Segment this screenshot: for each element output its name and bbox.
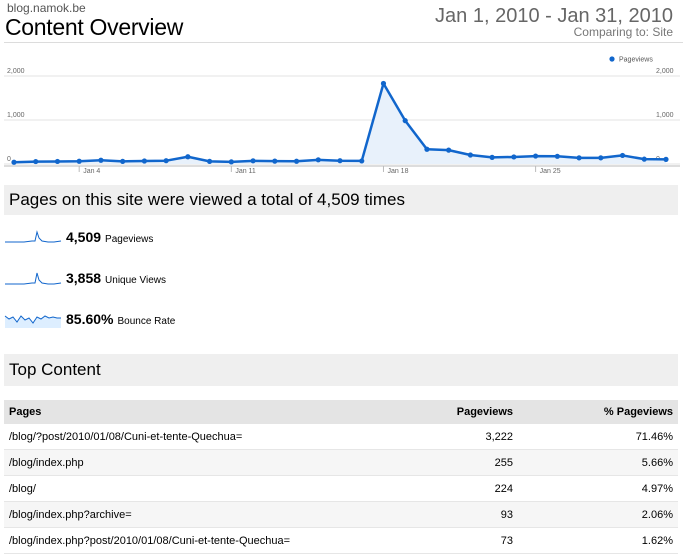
unique-views-sparkline bbox=[5, 272, 62, 285]
pageviews-chart-svg: 2,0002,0001,0001,00000Jan 4Jan 11Jan 18J… bbox=[4, 56, 680, 175]
x-tick-label: Jan 18 bbox=[387, 168, 408, 175]
data-point bbox=[293, 158, 300, 164]
data-point bbox=[359, 158, 365, 164]
data-point bbox=[54, 158, 61, 165]
data-point bbox=[402, 118, 408, 124]
column-header-pageviews[interactable]: Pageviews bbox=[388, 400, 518, 424]
data-point bbox=[511, 154, 517, 160]
pct-cell: 5.66% bbox=[518, 449, 678, 476]
series-line-pageviews bbox=[13, 82, 667, 164]
pageviews-cell: 73 bbox=[388, 527, 518, 554]
y-tick-label-left: 2,000 bbox=[7, 68, 25, 75]
y-tick-label-left: 1,000 bbox=[7, 112, 25, 119]
data-point bbox=[76, 158, 82, 164]
pageviews-cell: 255 bbox=[388, 449, 518, 476]
header-divider bbox=[4, 42, 683, 43]
data-point bbox=[33, 158, 39, 165]
data-point bbox=[163, 158, 169, 164]
metric-label: Bounce Rate bbox=[117, 316, 176, 327]
table-row[interactable]: /blog/index.php?archive= 93 2.06% bbox=[4, 501, 678, 528]
data-point bbox=[663, 156, 669, 162]
data-point bbox=[489, 154, 495, 160]
data-point bbox=[120, 158, 126, 164]
page-link[interactable]: /blog/?post/2010/01/08/Cuni-et-tente-Que… bbox=[4, 424, 388, 450]
column-header-pct-pageviews[interactable]: % Pageviews bbox=[518, 400, 678, 424]
comparison-label: Comparing to: Site bbox=[573, 25, 673, 39]
pageviews-cell: 224 bbox=[388, 475, 518, 502]
pageviews-cell: 93 bbox=[388, 501, 518, 528]
legend-label: Pageviews bbox=[619, 57, 653, 64]
data-point bbox=[446, 147, 452, 153]
data-point bbox=[207, 158, 213, 164]
data-point bbox=[11, 159, 17, 165]
data-point bbox=[641, 156, 647, 162]
pct-cell: 2.06% bbox=[518, 501, 678, 528]
metric-value: 4,509 Pageviews bbox=[66, 229, 154, 245]
page-link[interactable]: /blog/index.php bbox=[4, 449, 388, 476]
page-link[interactable]: /blog/ bbox=[4, 475, 388, 502]
metric-label: Pageviews bbox=[105, 234, 154, 245]
y-tick-label-left: 0 bbox=[7, 156, 11, 163]
data-point bbox=[533, 153, 539, 159]
data-point bbox=[250, 158, 256, 164]
top-content-heading: Top Content bbox=[4, 354, 678, 386]
data-point bbox=[576, 155, 582, 161]
table-row[interactable]: /blog/ 224 4.97% bbox=[4, 475, 678, 502]
page-link[interactable]: /blog/index.php?archive= bbox=[4, 501, 388, 528]
data-point bbox=[228, 159, 234, 165]
data-point bbox=[380, 80, 387, 87]
x-tick-label: Jan 25 bbox=[540, 168, 561, 175]
data-point bbox=[337, 158, 343, 164]
data-point bbox=[272, 158, 278, 164]
pageviews-chart[interactable]: 2,0002,0001,0001,00000Jan 4Jan 11Jan 18J… bbox=[0, 48, 691, 183]
data-point bbox=[424, 146, 430, 152]
bounce-rate-sparkline bbox=[4, 315, 61, 328]
site-name: blog.namok.be bbox=[7, 1, 86, 15]
legend-marker bbox=[609, 56, 615, 62]
data-point bbox=[619, 152, 626, 159]
pct-cell: 4.97% bbox=[518, 475, 678, 502]
data-point bbox=[554, 153, 560, 159]
pageviews-cell: 3,222 bbox=[388, 424, 518, 450]
series-area-pageviews bbox=[14, 83, 666, 164]
y-tick-label-right: 1,000 bbox=[656, 112, 674, 119]
pageviews-sparkline bbox=[5, 230, 62, 243]
table-row[interactable]: /blog/index.php?post/2010/01/08/Cuni-et-… bbox=[4, 527, 678, 554]
y-tick-label-right: 2,000 bbox=[656, 68, 674, 75]
column-header-pages[interactable]: Pages bbox=[4, 400, 388, 424]
top-content-table: Pages Pageviews % Pageviews /blog/?post/… bbox=[4, 400, 678, 554]
metric-label: Unique Views bbox=[105, 275, 167, 286]
data-point bbox=[141, 158, 147, 164]
metric-value: 3,858 Unique Views bbox=[66, 270, 167, 286]
table-row[interactable]: /blog/?post/2010/01/08/Cuni-et-tente-Que… bbox=[4, 424, 678, 450]
data-point bbox=[467, 152, 473, 158]
page-link[interactable]: /blog/index.php?post/2010/01/08/Cuni-et-… bbox=[4, 527, 388, 554]
x-tick-label: Jan 4 bbox=[83, 168, 100, 175]
table-row[interactable]: /blog/index.php 255 5.66% bbox=[4, 449, 678, 476]
x-tick-label: Jan 11 bbox=[235, 168, 256, 175]
page-title: Content Overview bbox=[5, 14, 183, 40]
pct-cell: 71.46% bbox=[518, 424, 678, 450]
data-point bbox=[185, 154, 191, 160]
pct-cell: 1.62% bbox=[518, 527, 678, 554]
data-point bbox=[98, 157, 104, 163]
metric-value: 85.60% Bounce Rate bbox=[66, 311, 176, 327]
total-views-banner: Pages on this site were viewed a total o… bbox=[4, 185, 678, 215]
table-header-row: Pages Pageviews % Pageviews bbox=[4, 400, 678, 424]
data-point bbox=[315, 157, 321, 163]
data-point bbox=[598, 155, 604, 161]
